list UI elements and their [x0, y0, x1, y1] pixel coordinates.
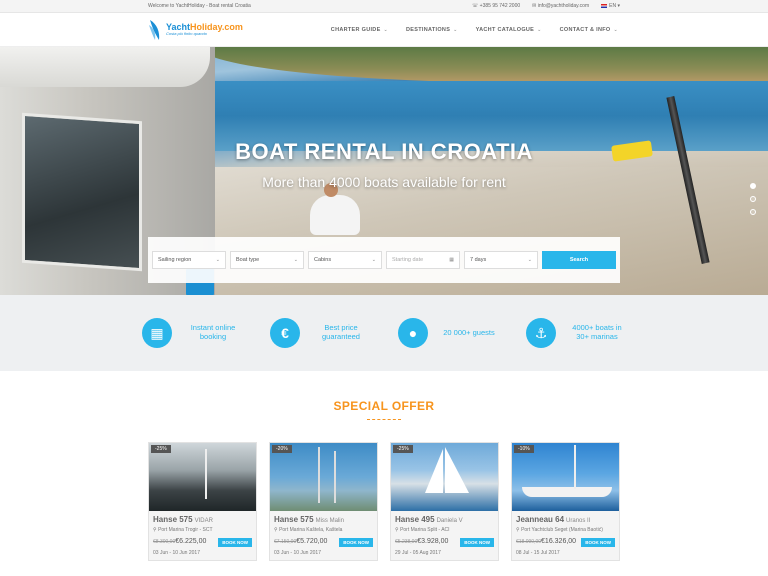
sail-logo-icon	[149, 19, 160, 40]
chevron-down-icon: ⌄	[453, 26, 458, 33]
email-address: info@yachtholiday.com	[537, 3, 590, 9]
boat-title[interactable]: Hanse 575 Miss Malin	[274, 515, 373, 524]
charter-dates: 03 Jun - 10 Jun 2017	[274, 550, 321, 556]
boat-photo[interactable]: -25%	[391, 443, 498, 511]
feature-item: € Best price guaranteed	[270, 318, 370, 348]
nav-destinations[interactable]: DESTINATIONS ⌄	[406, 27, 458, 33]
feature-label: Best price guaranteed	[322, 323, 360, 341]
boat-location: ⚲ Port Marina Kaštela, Kaštela	[274, 527, 343, 533]
anchor-icon: ⚓	[526, 318, 556, 348]
feature-item: ▦ Instant online booking	[142, 318, 242, 348]
book-now-button[interactable]: BOOK NOW	[218, 538, 252, 547]
slider-dots	[750, 183, 756, 215]
boat-price: €8.300,00€6.225,00	[153, 538, 207, 546]
hero-title: BOAT RENTAL IN CROATIA	[235, 139, 533, 164]
slider-dot[interactable]	[750, 209, 756, 215]
phone-link[interactable]: ☏ +385 95 742 2000	[472, 3, 520, 9]
feature-item: ● 20 000+ guests	[398, 318, 498, 348]
location-pin-icon: ⚲	[395, 527, 399, 533]
nav-charter-guide[interactable]: CHARTER GUIDE ⌄	[331, 27, 388, 33]
feature-label: Instant online booking	[190, 323, 236, 341]
feature-item: ⚓ 4000+ boats in 30+ marinas	[526, 318, 626, 348]
offer-card[interactable]: -25% Hanse 575 VIDAR ⚲ Port Marina Trogir…	[148, 442, 257, 561]
slider-dot[interactable]	[750, 196, 756, 202]
chevron-down-icon: ⌄	[293, 257, 298, 263]
chevron-down-icon: ⌄	[371, 257, 376, 263]
charter-dates: 03 Jun - 10 Jun 2017	[153, 550, 200, 556]
chevron-down-icon: ⌄	[527, 257, 532, 263]
chevron-down-icon: ⌄	[383, 26, 389, 33]
location-pin-icon: ⚲	[153, 527, 157, 533]
starting-date-input[interactable]: Starting date ▦	[386, 251, 460, 269]
location-pin-icon: ⚲	[274, 527, 278, 533]
euro-icon: €	[270, 318, 300, 348]
location-pin-icon: ⚲	[516, 527, 520, 533]
features-strip: ▦ Instant online booking € Best price gu…	[0, 295, 768, 371]
charter-dates: 08 Jul - 15 Jul 2017	[516, 550, 560, 556]
discount-badge: -20%	[272, 445, 292, 453]
title-underline	[367, 417, 401, 420]
top-bar: Welcome to YachtHoliday - Boat rental Cr…	[0, 0, 768, 13]
language-switcher[interactable]: EN ▾	[601, 3, 620, 9]
boat-photo[interactable]: -25%	[149, 443, 256, 511]
boat-location: ⚲ Port Marina Split - ACI	[395, 527, 450, 533]
hero-subtitle: More than 4000 boats available for rent	[262, 174, 506, 190]
email-link[interactable]: ✉ info@yachtholiday.com	[532, 3, 589, 9]
chevron-down-icon: ⌄	[215, 257, 220, 263]
hero-banner: BOAT RENTAL IN CROATIA More than 4000 bo…	[0, 47, 768, 295]
nav-yacht-catalogue[interactable]: YACHT CATALOGUE ⌄	[476, 27, 542, 33]
uk-flag-icon	[601, 3, 608, 8]
boat-type-select[interactable]: Boat type ⌄	[230, 251, 304, 269]
book-now-button[interactable]: BOOK NOW	[339, 538, 373, 547]
phone-number: +385 95 742 2000	[479, 3, 521, 9]
feature-label: 20 000+ guests	[443, 327, 495, 337]
hero-person	[310, 183, 360, 235]
boat-title[interactable]: Jeanneau 64 Uranos II	[516, 515, 615, 524]
slider-dot[interactable]	[750, 183, 756, 189]
search-button[interactable]: Search	[542, 251, 616, 269]
offer-card[interactable]: -10% Jeanneau 64 Uranos II ⚲ Port Yachtcl…	[511, 442, 620, 561]
boat-price: €18.090,00€16.326,00	[516, 538, 577, 546]
boat-photo[interactable]: -10%	[512, 443, 619, 511]
book-now-button[interactable]: BOOK NOW	[460, 538, 494, 547]
boat-location: ⚲ Port Marina Trogir - SCT	[153, 527, 213, 533]
book-now-button[interactable]: BOOK NOW	[581, 538, 615, 547]
calendar-icon: ▦	[142, 318, 172, 348]
discount-badge: -25%	[151, 445, 171, 453]
charter-dates: 29 Jul - 05 Aug 2017	[395, 550, 441, 556]
boat-price: €5.238,00€3.928,00	[395, 538, 449, 546]
guests-icon: ●	[398, 318, 428, 348]
hero-hills	[200, 47, 768, 83]
main-nav: CHARTER GUIDE ⌄ DESTINATIONS ⌄ YACHT CATAL…	[331, 27, 618, 33]
logo-tagline: Costa più finito quando	[166, 31, 207, 36]
boat-location: ⚲ Port Yachtclub Seget (Marina Baotić)	[516, 527, 603, 533]
section-title: SPECIAL OFFER	[333, 399, 435, 413]
discount-badge: -10%	[514, 445, 534, 453]
welcome-text: Welcome to YachtHoliday - Boat rental Cr…	[148, 3, 251, 9]
offer-card[interactable]: -25% Hanse 495 Daniela V ⚲ Port Marina Sp…	[390, 442, 499, 561]
offer-cards: -25% Hanse 575 VIDAR ⚲ Port Marina Trogir…	[148, 442, 768, 561]
hero-roof	[0, 47, 210, 87]
duration-select[interactable]: 7 days ⌄	[464, 251, 538, 269]
boat-photo[interactable]: -20%	[270, 443, 377, 511]
discount-badge: -25%	[393, 445, 413, 453]
feature-label: 4000+ boats in 30+ marinas	[572, 323, 622, 341]
nav-contact-info[interactable]: CONTACT & INFO ⌄	[560, 27, 618, 33]
boat-title[interactable]: Hanse 575 VIDAR	[153, 515, 252, 524]
logo[interactable]: YachtHoliday.com Costa più finito quando	[148, 19, 243, 41]
search-form: Sailing region ⌄ Boat type ⌄ Cabins ⌄ Start…	[148, 237, 620, 283]
sailing-region-select[interactable]: Sailing region ⌄	[152, 251, 226, 269]
boat-title[interactable]: Hanse 495 Daniela V	[395, 515, 494, 524]
calendar-icon: ▦	[449, 257, 454, 263]
offer-card[interactable]: -20% Hanse 575 Miss Malin ⚲ Port Marina K…	[269, 442, 378, 561]
chevron-down-icon: ⌄	[537, 26, 542, 33]
boat-price: €7.150,00€5.720,00	[274, 538, 328, 546]
special-offer-section: SPECIAL OFFER -25% Hanse 575 VIDAR ⚲ Port…	[0, 399, 768, 561]
chevron-down-icon: ⌄	[613, 26, 618, 33]
cabins-select[interactable]: Cabins ⌄	[308, 251, 382, 269]
language-label: EN	[609, 3, 617, 9]
site-header: YachtHoliday.com Costa più finito quando…	[0, 13, 768, 47]
